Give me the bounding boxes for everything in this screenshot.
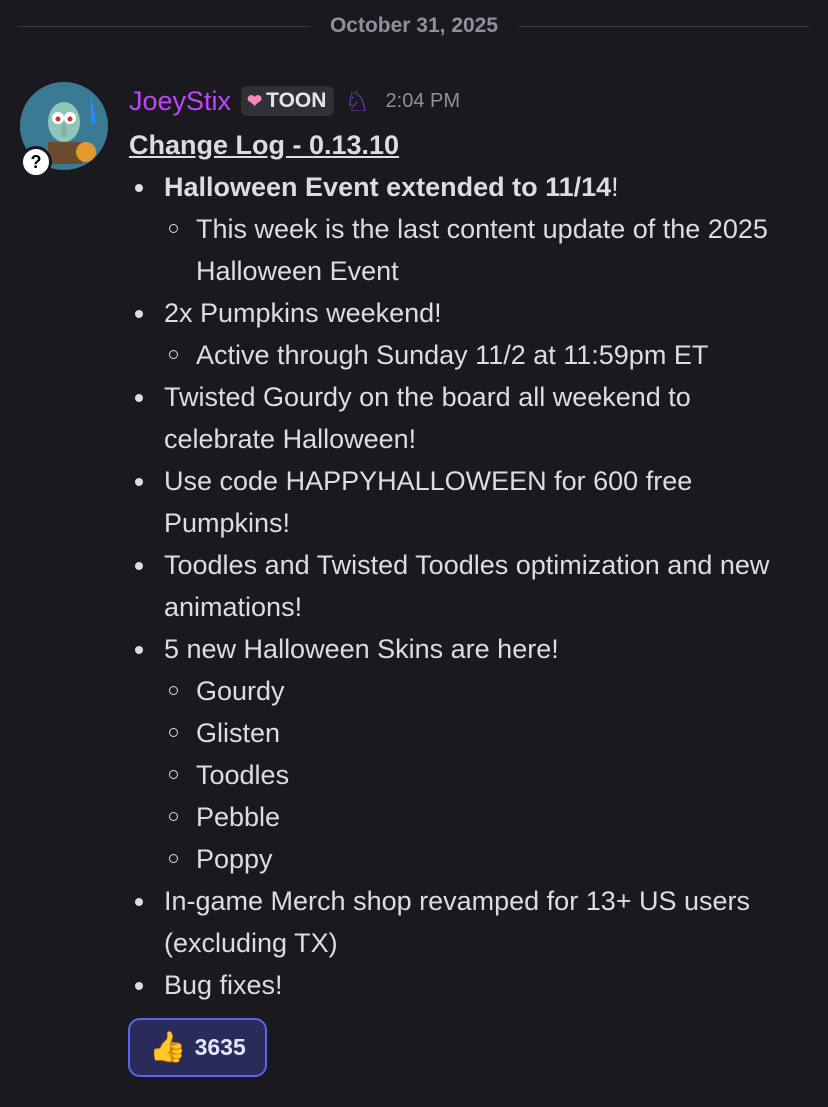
sub-list-item: Glisten xyxy=(164,712,809,754)
sub-list-item: Pebble xyxy=(164,796,809,838)
purple-monster-icon[interactable]: ♘ xyxy=(344,85,369,118)
list-item: Halloween Event extended to 11/14! This … xyxy=(129,166,809,292)
message-header: JoeyStix ❤ TOON ♘ 2:04 PM xyxy=(129,82,460,120)
reaction-count: 3635 xyxy=(194,1034,246,1060)
sub-list: Gourdy Glisten Toodles Pebble Poppy xyxy=(164,670,809,880)
message-content: Change Log - 0.13.10 Halloween Event ext… xyxy=(129,124,809,1006)
sub-list: This week is the last content update of … xyxy=(164,208,809,292)
guild-tag-label: TOON xyxy=(266,89,327,112)
unknown-status-icon: ? xyxy=(20,146,52,178)
sub-list: Active through Sunday 11/2 at 11:59pm ET xyxy=(164,334,809,376)
divider-line-left xyxy=(18,25,310,27)
message-timestamp[interactable]: 2:04 PM xyxy=(386,90,460,113)
thumbs-up-icon: 👍 xyxy=(149,1031,187,1064)
date-label: October 31, 2025 xyxy=(329,14,499,37)
sub-list-item: Gourdy xyxy=(164,670,809,712)
sub-list-item: Poppy xyxy=(164,838,809,880)
heart-icon: ❤ xyxy=(247,90,263,111)
reaction-button[interactable]: 👍 3635 xyxy=(128,1018,267,1077)
guild-tag[interactable]: ❤ TOON xyxy=(241,86,335,116)
list-item-text: ! xyxy=(611,172,619,202)
list-item: In-game Merch shop revamped for 13+ US u… xyxy=(129,880,809,964)
list-item: Toodles and Twisted Toodles optimization… xyxy=(129,544,809,628)
list-item-text: 2x Pumpkins weekend! xyxy=(164,298,442,328)
sub-list-item: This week is the last content update of … xyxy=(164,208,809,292)
list-item-text: 5 new Halloween Skins are here! xyxy=(164,634,559,664)
list-item: 5 new Halloween Skins are here! Gourdy G… xyxy=(129,628,809,880)
list-item: Use code HAPPYHALLOWEEN for 600 free Pum… xyxy=(129,460,809,544)
author-name[interactable]: JoeyStix xyxy=(129,86,231,117)
divider-line-right xyxy=(518,25,810,27)
date-divider: October 31, 2025 xyxy=(18,10,810,42)
list-item: 2x Pumpkins weekend! Active through Sund… xyxy=(129,292,809,376)
sub-list-item: Toodles xyxy=(164,754,809,796)
changelog-title: Change Log - 0.13.10 xyxy=(129,130,400,160)
list-item-bold-text: Halloween Event extended to 11/14 xyxy=(164,172,612,202)
sub-list-item: Active through Sunday 11/2 at 11:59pm ET xyxy=(164,334,809,376)
list-item: Twisted Gourdy on the board all weekend … xyxy=(129,376,809,460)
changelog-list: Halloween Event extended to 11/14! This … xyxy=(129,166,809,1006)
list-item: Bug fixes! xyxy=(129,964,809,1006)
